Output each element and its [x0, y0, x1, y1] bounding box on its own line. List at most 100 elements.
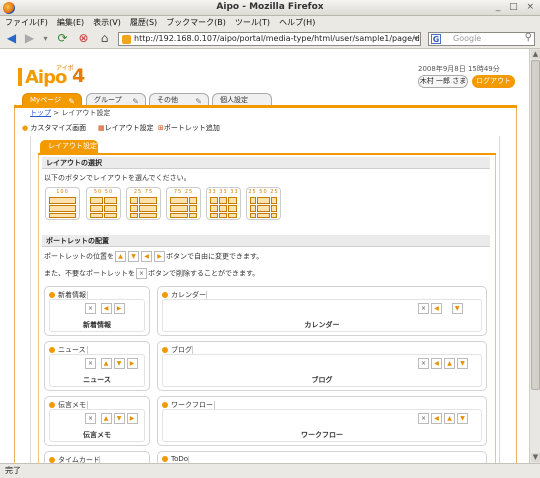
add-portlet-link[interactable]: ⊞ポートレット追加 — [158, 123, 220, 133]
move-left-button[interactable]: ◀ — [431, 413, 442, 424]
logo-version: 4 — [72, 65, 86, 87]
move-down-button[interactable]: ▼ — [113, 358, 125, 369]
logo-mark-icon — [18, 68, 22, 86]
move-up-button[interactable]: ▲ — [444, 413, 455, 424]
forward-icon[interactable]: ▶ — [22, 31, 37, 46]
left-arrow-icon: ◀ — [141, 251, 152, 262]
back-icon[interactable]: ◀ — [4, 31, 19, 46]
menu-tools[interactable]: ツール(T) — [230, 16, 274, 28]
user-name-badge[interactable]: 木村 一郎 さま — [418, 75, 468, 88]
right-arrow-icon: ▶ — [154, 251, 165, 262]
portlet-workflow: ワークフロー × ◀ ▲ ▼ ワークフロー — [157, 396, 487, 446]
move-left-button[interactable]: ◀ — [431, 358, 442, 369]
site-favicon-icon — [122, 35, 131, 44]
move-left-button[interactable]: ◀ — [100, 303, 112, 314]
menu-bar: ファイル(F) 編集(E) 表示(V) 履歴(S) ブックマーク(B) ツール(… — [0, 16, 540, 29]
aipo-logo[interactable]: Aipo アイポ 4 — [18, 65, 98, 91]
search-input[interactable]: G Google ⚲ — [428, 32, 535, 46]
menu-view[interactable]: 表示(V) — [88, 16, 125, 28]
remove-portlet-button[interactable]: × — [418, 358, 429, 369]
layout-section-description: 以下のボタンでレイアウトを選んでください。 — [44, 174, 191, 182]
portlet-name: ブログ — [311, 376, 333, 384]
back-circle-icon: ● — [22, 124, 29, 132]
window-controls[interactable]: _ □ × — [496, 2, 537, 12]
layout-option-33-33-33[interactable]: 33 33 33 — [206, 187, 241, 220]
window-titlebar: Aipo - Mozilla Firefox _ □ × — [0, 0, 540, 16]
history-dropdown-icon[interactable]: ▾ — [38, 31, 53, 46]
portlet-delete-description: また、不要なポートレットを × ボタンで削除することができます。 — [44, 268, 260, 279]
portlet-new-info: 新着情報 × ◀ ▶ 新着情報 — [44, 286, 150, 336]
layout-option-50-50[interactable]: 50 50 — [86, 187, 121, 220]
menu-help[interactable]: ヘルプ(H) — [274, 16, 319, 28]
breadcrumb: トップ > レイアウト設定 — [30, 108, 110, 118]
layout-option-100[interactable]: 100 — [45, 187, 80, 220]
stop-icon[interactable]: ⊗ — [76, 31, 91, 46]
scroll-down-icon[interactable]: ▼ — [531, 453, 540, 462]
move-up-button[interactable]: ▲ — [100, 358, 112, 369]
remove-portlet-button[interactable]: × — [418, 303, 429, 314]
logout-button[interactable]: ログアウト — [472, 75, 515, 88]
portlet-name: ニュース — [83, 376, 111, 384]
tab-personal-settings-label: 個人設定 — [220, 96, 248, 104]
move-down-button[interactable]: ▼ — [451, 303, 463, 314]
menu-file[interactable]: ファイル(F) — [0, 16, 52, 28]
move-up-button[interactable]: ▲ — [100, 413, 112, 424]
down-arrow-icon: ▼ — [128, 251, 139, 262]
menu-edit[interactable]: 編集(E) — [52, 16, 88, 28]
scrollbar-thumb[interactable] — [531, 60, 540, 390]
layout-option-25-75[interactable]: 25 75 — [126, 187, 161, 220]
tab-group-label: グループ — [94, 96, 122, 104]
portlet-name: カレンダー — [304, 321, 340, 329]
move-left-button[interactable]: ◀ — [431, 303, 442, 314]
layout-option-25-50-25[interactable]: 25 50 25 — [246, 187, 281, 220]
breadcrumb-current: レイアウト設定 — [61, 109, 111, 117]
layout-option-75-25[interactable]: 75 25 — [166, 187, 201, 220]
remove-portlet-button[interactable]: × — [85, 303, 96, 314]
reload-icon[interactable]: ⟳ — [55, 31, 70, 46]
home-icon[interactable]: ⌂ — [97, 31, 112, 46]
move-down-button[interactable]: ▼ — [457, 358, 468, 369]
tab-other-label: その他 — [157, 96, 178, 104]
subtab-layout-settings[interactable]: レイアウト設定 — [40, 140, 98, 153]
portlet-todo: ToDo — [157, 451, 487, 463]
menu-history[interactable]: 履歴(S) — [125, 16, 161, 28]
portlet-memo: 伝言メモ × ▲ ▼ ▶ 伝言メモ — [44, 396, 150, 446]
portlet-news: ニュース × ▲ ▼ ▶ ニュース — [44, 341, 150, 391]
portlet-name: ワークフロー — [301, 431, 343, 439]
vertical-scrollbar[interactable]: ▲ ▼ — [529, 49, 540, 463]
portlet-timecard: タイムカード — [44, 451, 150, 463]
breadcrumb-top-link[interactable]: トップ — [30, 109, 51, 117]
nav-toolbar: ◀ ▶ ▾ ⟳ ⊗ ⌂ http://192.168.0.107/aipo/po… — [0, 29, 540, 49]
layout-icon: ▦ — [98, 124, 105, 132]
search-placeholder: Google — [453, 34, 482, 43]
layout-settings-link[interactable]: ▦レイアウト設定 — [98, 123, 154, 133]
portlet-name: 新着情報 — [83, 321, 111, 329]
page-viewport: Aipo アイポ 4 2008年9月8日 15時49分 木村 一郎 さま ログア… — [0, 49, 540, 463]
portlet-section-header: ポートレットの配置 — [42, 235, 490, 247]
url-dropdown-icon[interactable]: ▾ — [414, 33, 418, 45]
url-bar[interactable]: http://192.168.0.107/aipo/portal/media-t… — [118, 32, 421, 46]
portlet-calendar: カレンダー × ◀ ▼ カレンダー — [157, 286, 487, 336]
status-bar: 完了 — [0, 463, 540, 478]
portlet-blog: ブログ × ◀ ▲ ▼ ブログ — [157, 341, 487, 391]
layout-section-header: レイアウトの選択 — [42, 157, 490, 169]
window-title: Aipo - Mozilla Firefox — [216, 2, 324, 12]
move-right-button[interactable]: ▶ — [113, 303, 125, 314]
breadcrumb-separator: > — [53, 109, 60, 117]
remove-portlet-button[interactable]: × — [418, 413, 429, 424]
move-down-button[interactable]: ▼ — [113, 413, 125, 424]
move-down-button[interactable]: ▼ — [457, 413, 468, 424]
menu-bookmarks[interactable]: ブックマーク(B) — [161, 16, 230, 28]
page-toolbar: ● カスタマイズ画面 ▦レイアウト設定 ⊞ポートレット追加 — [22, 123, 512, 135]
url-text: http://192.168.0.107/aipo/portal/media-t… — [134, 34, 421, 43]
remove-portlet-button[interactable]: × — [85, 413, 96, 424]
current-datetime: 2008年9月8日 15時49分 — [418, 65, 500, 73]
google-engine-icon[interactable]: G — [431, 34, 441, 44]
move-right-button[interactable]: ▶ — [126, 358, 138, 369]
move-right-button[interactable]: ▶ — [126, 413, 138, 424]
search-icon[interactable]: ⚲ — [525, 32, 532, 44]
move-up-button[interactable]: ▲ — [444, 358, 455, 369]
remove-portlet-button[interactable]: × — [85, 358, 96, 369]
customize-screen-link[interactable]: ● カスタマイズ画面 — [22, 123, 86, 133]
scroll-up-icon[interactable]: ▲ — [531, 50, 540, 59]
